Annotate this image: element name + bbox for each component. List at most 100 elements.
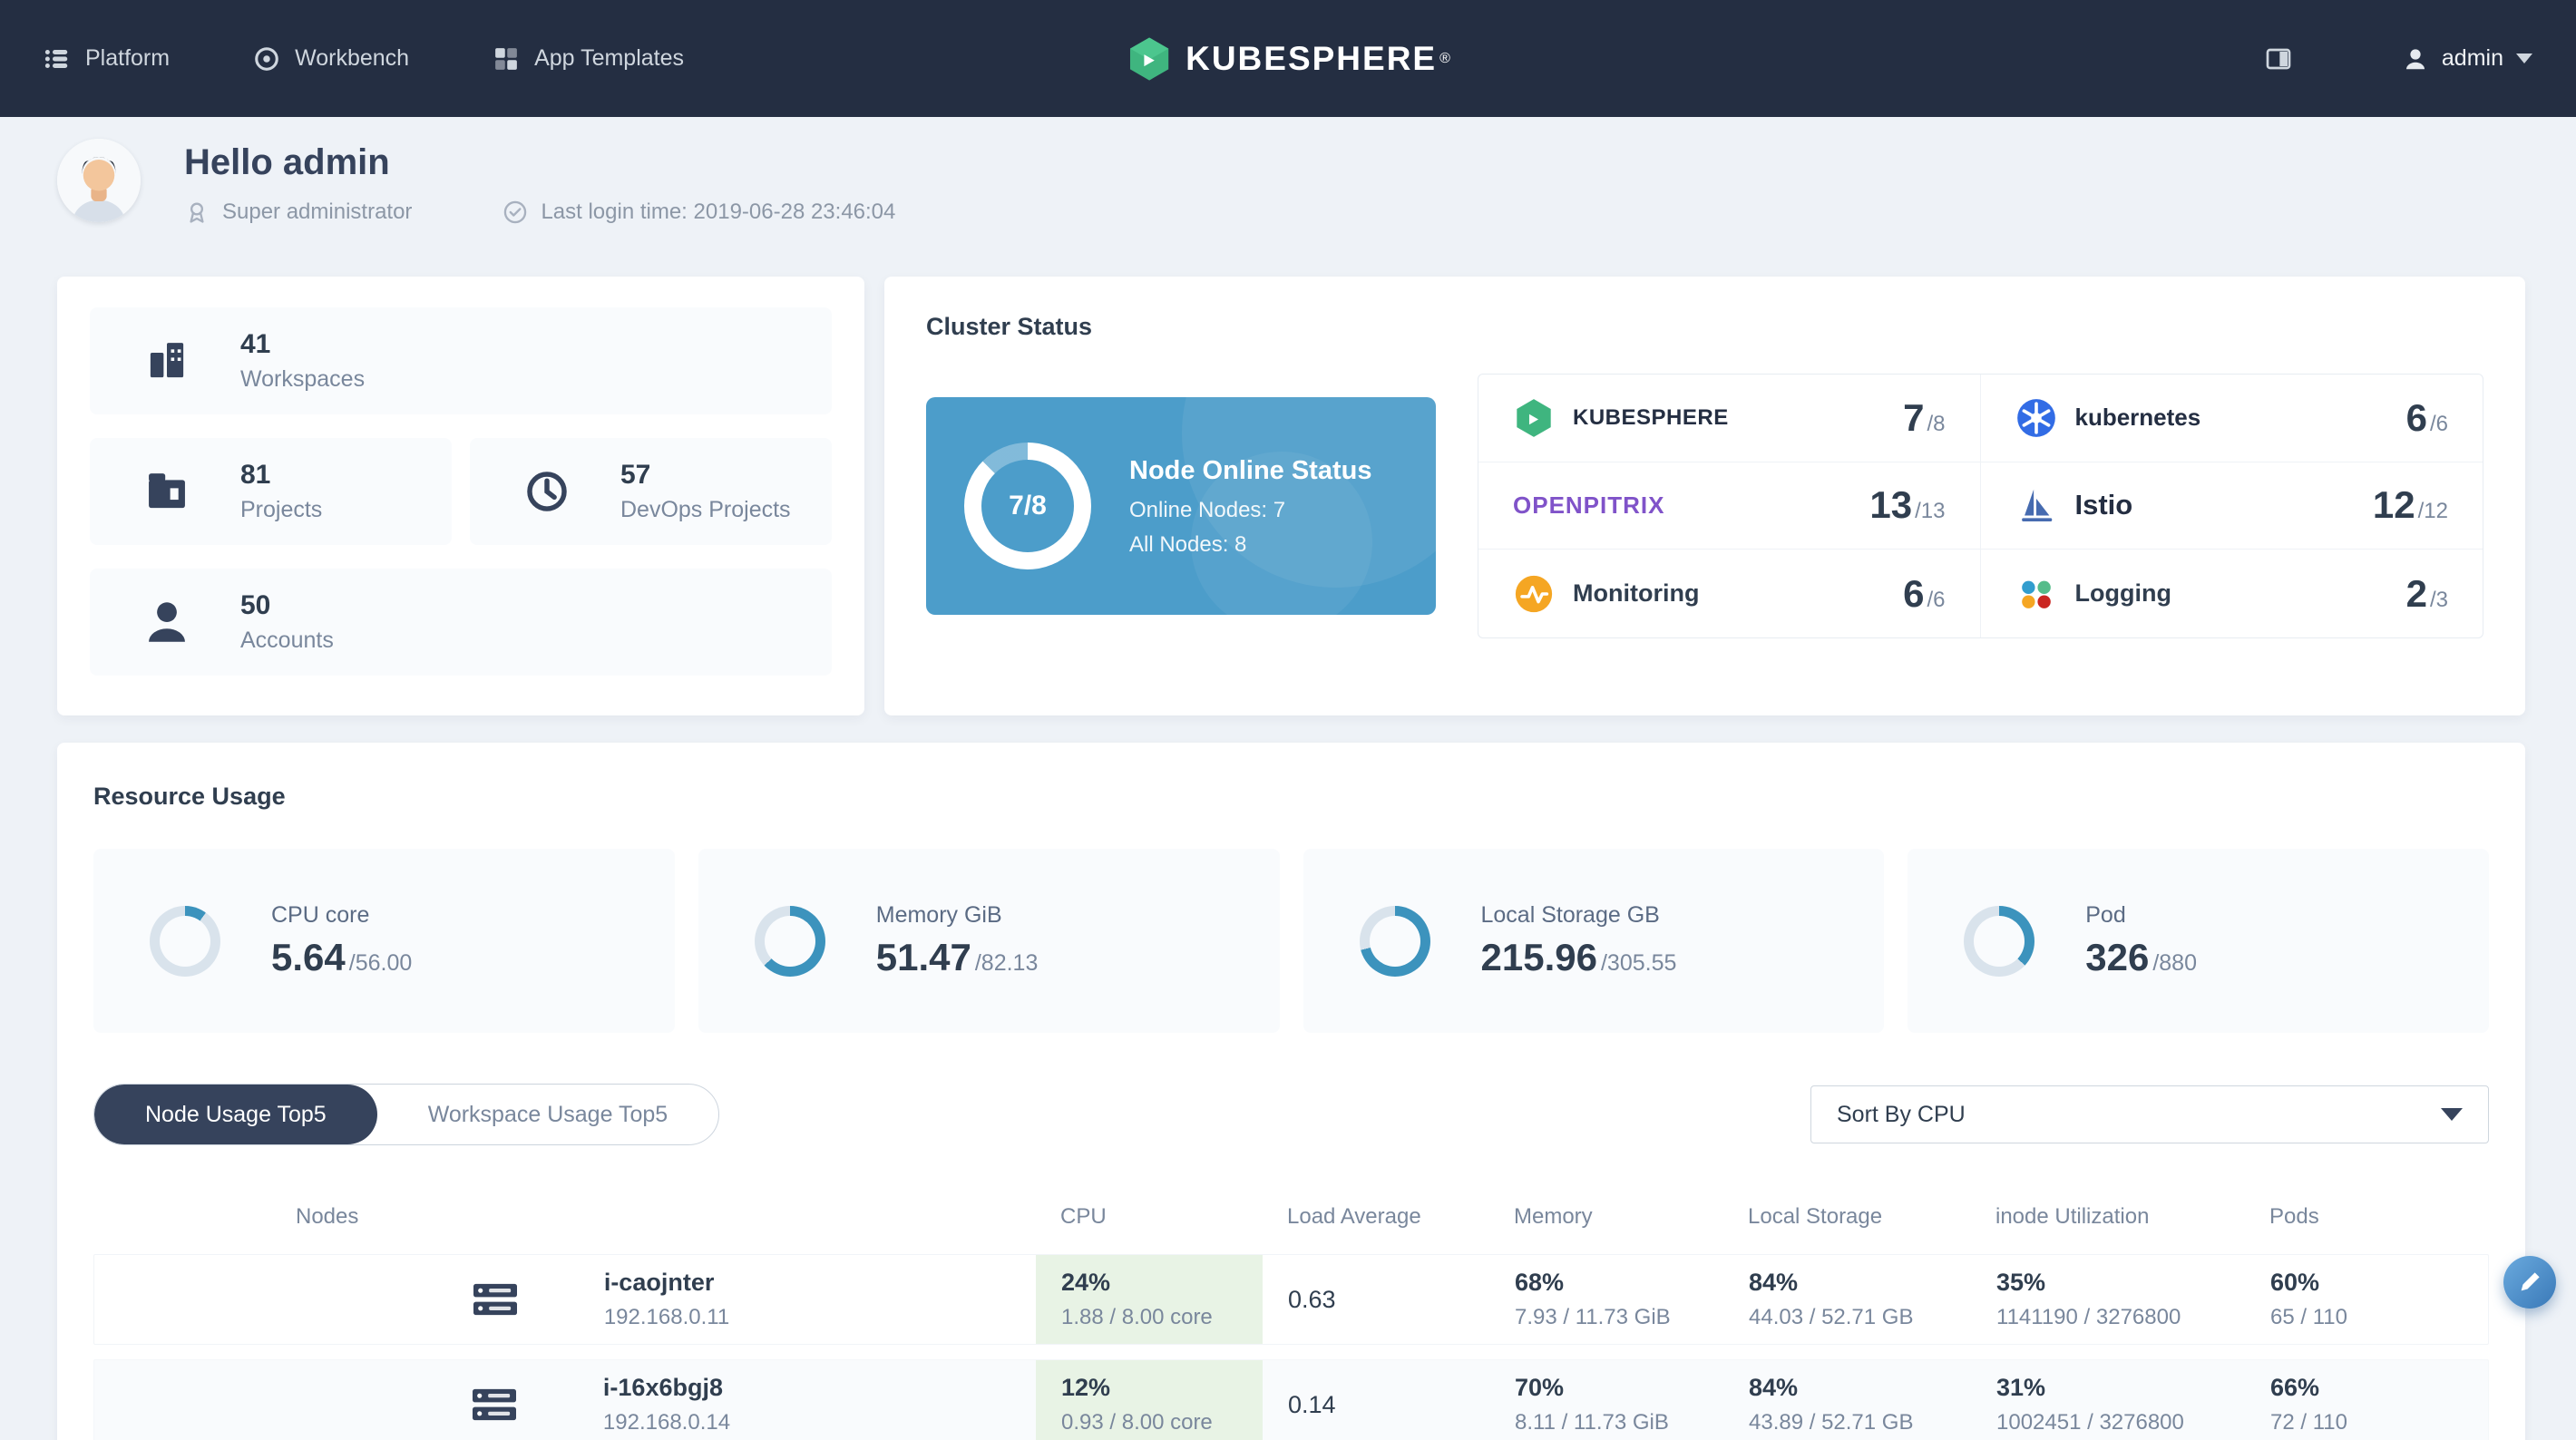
storage-detail: 44.03 / 52.71 GB [1749,1305,1914,1329]
nav-item-app-templates[interactable]: App Templates [493,45,684,73]
component-count: 12 [2372,483,2415,527]
tab-node-usage-top5[interactable]: Node Usage Top5 [94,1085,377,1144]
last-login: Last login time: 2019-06-28 23:46:04 [503,199,895,225]
gauge-pods: Pod 326/880 [1908,849,2489,1033]
sort-by-dropdown[interactable]: Sort By CPU [1810,1085,2489,1143]
server-icon [469,1383,520,1426]
memory-detail: 7.93 / 11.73 GiB [1515,1305,1671,1329]
logo-text: KUBESPHERE [1186,39,1438,77]
component-name: OPENPITRIX [1513,491,1665,519]
usage-tabs: Node Usage Top5 Workspace Usage Top5 [93,1084,720,1145]
kubesphere-logo[interactable]: KUBESPHERE ® [1126,35,1450,83]
chevron-down-icon [2516,54,2532,63]
cluster-status-card: Cluster Status 7/8 Node Online Status On… [884,277,2525,715]
storage-percent: 84% [1749,1269,1799,1296]
col-cpu: CPU [1060,1204,1107,1229]
pods-detail: 65 / 110 [2270,1305,2347,1329]
col-inode-utilization: inode Utilization [1995,1204,2150,1229]
nav-item-platform[interactable]: Platform [44,45,170,73]
component-total: /8 [1927,411,1946,436]
memory-percent: 70% [1515,1374,1565,1401]
table-row[interactable]: i-16x6bgj8 192.168.0.14 12% 0.93 / 8.00 … [93,1359,2489,1440]
memory-detail: 8.11 / 11.73 GiB [1515,1410,1669,1435]
gauge-label: Memory GiB [875,902,1002,928]
node-usage-table: Nodes CPU Load Average Memory Local Stor… [93,1194,2489,1440]
nav-item-workbench[interactable]: Workbench [253,45,409,73]
gauge-total: /82.13 [974,950,1039,976]
gauge-label: Pod [2085,902,2126,928]
inode-cell: 35% 1141190 / 3276800 [1971,1255,2245,1344]
stat-workspaces[interactable]: 41 Workspaces [90,307,832,414]
col-pods: Pods [2269,1204,2319,1229]
role-label: Super administrator [222,199,413,224]
local-storage-cell: 84% 44.03 / 52.71 GB [1723,1255,1971,1344]
last-login-label: Last login time: 2019-06-28 23:46:04 [541,199,896,224]
component-total: /3 [2429,587,2448,612]
inode-percent: 31% [1996,1374,2046,1401]
donut-hole [1974,915,2025,967]
user-menu[interactable]: admin [2402,45,2532,73]
component-kubesphere: KUBESPHERE 7/8 [1478,375,1981,462]
memory-cell: 68% 7.93 / 11.73 GiB [1489,1255,1723,1344]
kubernetes-icon [2015,397,2057,439]
gauge-used: 51.47 [875,936,971,978]
component-count: 2 [2405,571,2427,615]
donut-hole [764,915,815,967]
nav-right: admin [2264,44,2532,73]
component-name: Monitoring [1573,579,1700,608]
page-title: Hello admin [184,142,390,182]
stat-accounts[interactable]: 50 Accounts [90,569,832,676]
load-average: 0.14 [1288,1390,1336,1418]
node-name: i-caojnter [603,1269,715,1296]
component-name: kubernetes [2074,404,2201,432]
projects-icon [141,465,193,518]
console-layout-icon[interactable] [2264,44,2293,73]
cpu-detail: 1.88 / 8.00 core [1061,1305,1213,1329]
role-badge: Super administrator [184,199,412,225]
gauge-cpu: CPU core 5.64/56.00 [93,849,675,1033]
local-storage-cell: 84% 43.89 / 52.71 GB [1723,1360,1971,1440]
component-name: Istio [2074,489,2133,521]
cpu-detail: 0.93 / 8.00 core [1061,1410,1213,1435]
stat-label: Accounts [240,628,334,653]
stat-label: Projects [240,497,323,522]
stat-devops-projects[interactable]: 57 DevOps Projects [470,438,832,545]
gauge-used: 326 [2085,936,2150,978]
pods-percent: 66% [2270,1374,2320,1401]
logo-registered-mark: ® [1439,50,1450,66]
cpu-percent: 24% [1061,1269,1111,1296]
component-kubernetes: kubernetes 6/6 [1980,375,2483,462]
component-total: /6 [1927,587,1946,612]
pods-cell: 60% 65 / 110 [2245,1255,2488,1344]
storage-donut [1359,905,1430,977]
user-icon [2405,48,2425,69]
component-name: Logging [2074,579,2171,608]
gauge-total: /880 [2152,950,2197,976]
tab-workspace-usage-top5[interactable]: Workspace Usage Top5 [377,1085,719,1144]
table-row[interactable]: i-caojnter 192.168.0.11 24% 1.88 / 8.00 … [93,1254,2489,1345]
cpu-percent: 12% [1061,1374,1111,1401]
app-templates-icon [495,47,517,70]
gauge-local-storage: Local Storage GB 215.96/305.55 [1303,849,1885,1033]
cluster-status-title: Cluster Status [926,313,1093,340]
cpu-donut [150,905,220,977]
stat-projects[interactable]: 81 Projects [90,438,452,545]
top-nav: Platform Workbench App Templates KUBESPH… [0,0,2576,117]
nav-item-label: App Templates [534,45,685,71]
node-status-heading: Node Online Status [1129,456,1372,486]
stat-value: 81 [240,460,271,490]
donut-hole [160,915,210,967]
load-average-cell: 0.63 [1263,1255,1489,1344]
overview-stats-card: 41 Workspaces 81 Projects 57 DevOps Proj… [57,277,864,715]
memory-cell: 70% 8.11 / 11.73 GiB [1489,1360,1723,1440]
stat-value: 57 [620,460,651,490]
component-total: /6 [2429,411,2448,436]
edit-fab-button[interactable] [2503,1256,2556,1309]
component-count: 6 [2405,395,2427,439]
accounts-icon [141,596,193,648]
inode-detail: 1002451 / 3276800 [1996,1410,2184,1435]
col-load-average: Load Average [1287,1204,1421,1229]
storage-percent: 84% [1749,1374,1799,1401]
gauge-used: 215.96 [1480,936,1597,978]
component-logging: Logging 2/3 [1981,550,2483,637]
